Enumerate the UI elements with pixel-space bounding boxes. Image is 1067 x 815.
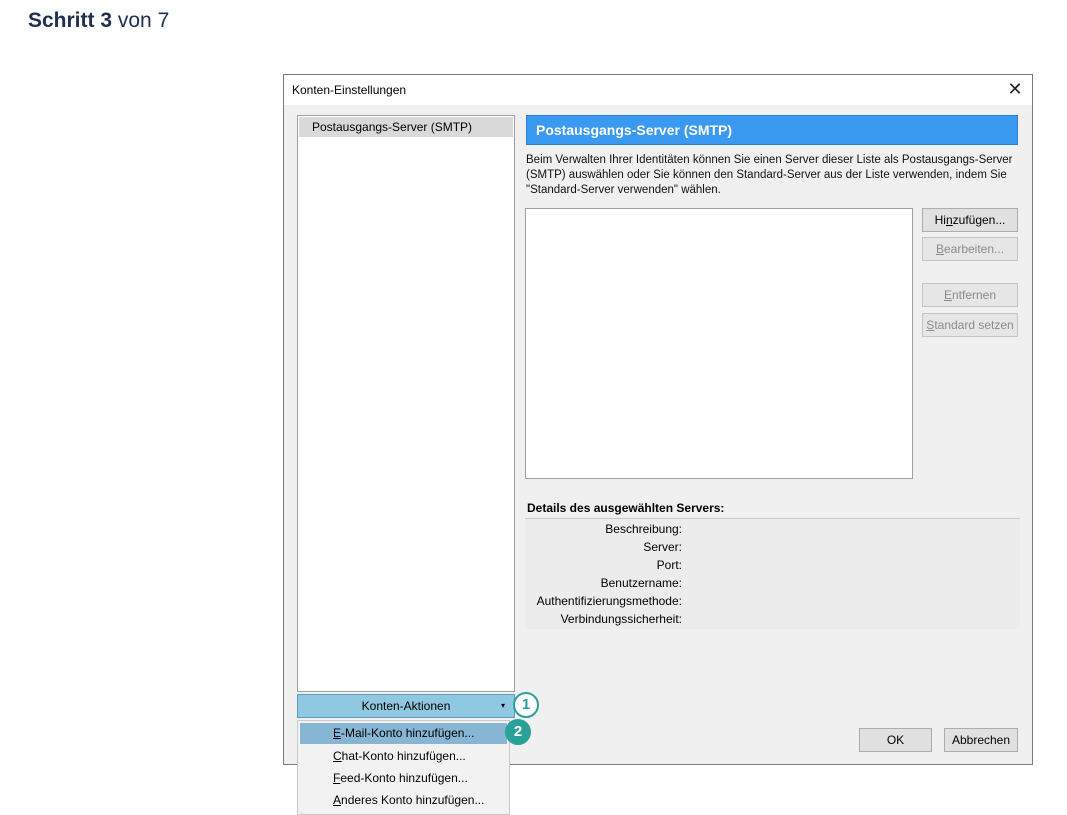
menu-feed-label: eed-Konto hinzufügen... bbox=[340, 771, 468, 785]
default-label-post: tandard setzen bbox=[934, 318, 1014, 332]
remove-label-accel: E bbox=[943, 288, 952, 302]
details-title: Details des ausgewählten Servers: bbox=[527, 501, 725, 515]
edit-label-post: earbeiten... bbox=[943, 242, 1005, 256]
close-icon[interactable]: ✕ bbox=[1004, 78, 1026, 100]
account-tree[interactable]: Postausgangs-Server (SMTP) bbox=[297, 115, 515, 692]
ok-button[interactable]: OK bbox=[859, 728, 932, 752]
section-header: Postausgangs-Server (SMTP) bbox=[526, 115, 1018, 145]
account-actions-menu: E-Mail-Konto hinzufügen... Chat-Konto hi… bbox=[297, 720, 510, 815]
detail-description-label: Beschreibung: bbox=[605, 522, 682, 536]
detail-security-label: Verbindungssicherheit: bbox=[560, 612, 682, 626]
add-label-accel: n bbox=[945, 213, 953, 227]
step-marker-1: 1 bbox=[513, 692, 539, 718]
account-actions-accel: K bbox=[361, 699, 370, 713]
account-actions-label: onten-Aktionen bbox=[369, 699, 451, 713]
chevron-down-icon: ▾ bbox=[500, 701, 505, 710]
menu-chat-label: hat-Konto hinzufügen... bbox=[341, 749, 466, 763]
menu-item-add-feed[interactable]: Feed-Konto hinzufügen... bbox=[300, 768, 507, 789]
edit-label-accel: B bbox=[935, 242, 944, 256]
account-actions-button[interactable]: Konten-Aktionen ▾ bbox=[297, 694, 515, 718]
detail-server-label: Server: bbox=[643, 540, 682, 554]
menu-other-label: nderes Konto hinzufügen... bbox=[341, 793, 485, 807]
menu-chat-accel: C bbox=[333, 749, 342, 763]
step-current: Schritt 3 bbox=[28, 9, 113, 32]
smtp-server-list[interactable] bbox=[525, 208, 913, 479]
menu-item-add-email[interactable]: E-Mail-Konto hinzufügen... bbox=[300, 723, 507, 744]
account-settings-dialog: Konten-Einstellungen ✕ Postausgangs-Serv… bbox=[283, 74, 1033, 765]
step-total: von 7 bbox=[117, 9, 170, 32]
step-indicator: Schritt 3 von 7 bbox=[28, 9, 169, 33]
dialog-title: Konten-Einstellungen bbox=[292, 83, 407, 97]
remove-label-post: ntfernen bbox=[951, 288, 997, 302]
remove-server-button[interactable]: Entfernen bbox=[922, 283, 1018, 307]
menu-item-add-chat[interactable]: Chat-Konto hinzufügen... bbox=[300, 746, 507, 767]
title-bar: Konten-Einstellungen ✕ bbox=[284, 75, 1032, 105]
detail-auth-label: Authentifizierungsmethode: bbox=[536, 594, 682, 608]
add-label-pre: Hi bbox=[934, 213, 946, 227]
step-marker-2: 2 bbox=[505, 719, 531, 745]
menu-other-accel: A bbox=[333, 793, 342, 807]
section-description: Beim Verwalten Ihrer Identitäten können … bbox=[526, 154, 1013, 196]
edit-server-button[interactable]: Bearbeiten... bbox=[922, 237, 1018, 261]
add-server-button[interactable]: Hinzufügen... bbox=[922, 208, 1018, 232]
menu-item-add-other[interactable]: Anderes Konto hinzufügen... bbox=[300, 790, 507, 811]
menu-email-accel: E bbox=[333, 726, 342, 740]
set-default-button[interactable]: Standard setzen bbox=[922, 313, 1018, 337]
tree-item-smtp[interactable]: Postausgangs-Server (SMTP) bbox=[299, 117, 513, 137]
cancel-button[interactable]: Abbrechen bbox=[944, 728, 1018, 752]
server-details-panel: Beschreibung: Server: Port: Benutzername… bbox=[525, 518, 1020, 629]
menu-email-label: -Mail-Konto hinzufügen... bbox=[341, 726, 475, 740]
add-label-post: zufügen... bbox=[952, 213, 1006, 227]
detail-port-label: Port: bbox=[656, 558, 682, 572]
detail-username-label: Benutzername: bbox=[600, 576, 682, 590]
